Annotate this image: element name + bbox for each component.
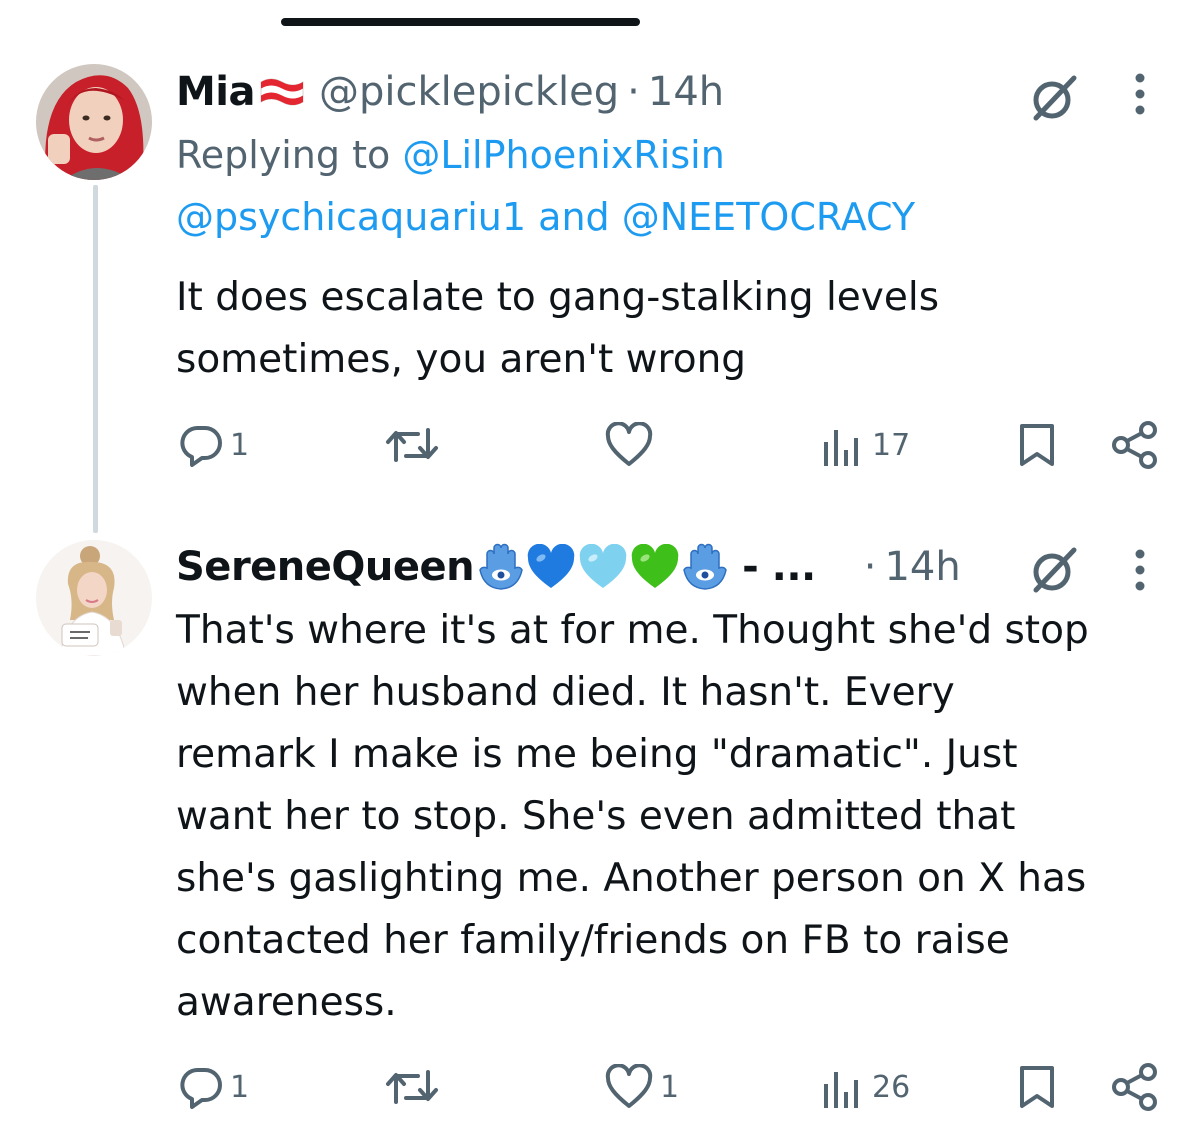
name-emojis [478, 542, 728, 592]
views-button[interactable]: 17 [820, 420, 910, 470]
replying-to: Replying to @LilPhoenixRisin [176, 124, 725, 186]
analytics-icon [824, 1072, 858, 1108]
reply-count: 1 [230, 427, 250, 463]
grok-icon[interactable] [1024, 70, 1084, 126]
more-options-icon[interactable] [1122, 546, 1158, 594]
views-count: 26 [872, 1069, 911, 1105]
author-handle[interactable]: @picklepickleg [319, 69, 619, 115]
more-options-icon[interactable] [1122, 70, 1158, 118]
views-count: 17 [872, 427, 911, 463]
tweet-header: Mia @picklepickleg · 14h [176, 62, 724, 122]
reply-count: 1 [230, 1069, 250, 1105]
mention-link[interactable]: @LilPhoenixRisin [402, 133, 724, 177]
author-handle-truncated[interactable]: - ... [742, 544, 816, 590]
tweet-header: SereneQueen - ... · 14h [176, 537, 961, 597]
share-button[interactable] [1110, 1062, 1160, 1112]
timestamp[interactable]: 14h [648, 69, 724, 115]
author-name[interactable]: SereneQueen [176, 544, 475, 590]
grok-icon[interactable] [1024, 542, 1084, 598]
mention-link[interactable]: @NEETOCRACY [622, 195, 915, 239]
tweet-text: It does escalate to gang-stalking levels… [176, 275, 940, 382]
replying-to-line-2: @psychicaquariu1 and @NEETOCRACY [176, 186, 915, 248]
avatar[interactable] [36, 64, 152, 180]
like-button[interactable]: 1 [604, 1062, 679, 1112]
retweet-button[interactable] [384, 420, 446, 470]
reply-button[interactable]: 1 [178, 1062, 249, 1112]
like-count: 1 [660, 1069, 680, 1105]
bookmark-button[interactable] [1016, 1062, 1058, 1112]
bookmark-icon [1020, 1066, 1054, 1108]
author-name[interactable]: Mia [176, 69, 256, 115]
share-icon [1112, 421, 1157, 469]
analytics-icon [824, 430, 858, 466]
light-blue-heart-icon [579, 544, 627, 588]
reply-icon [180, 426, 222, 467]
reply-button[interactable]: 1 [178, 420, 249, 470]
separator-dot: · [627, 69, 640, 115]
mention-link[interactable]: @psychicaquariu1 [176, 195, 526, 239]
reply-icon [180, 1068, 222, 1109]
drag-handle[interactable] [281, 18, 640, 26]
heart-icon [605, 1064, 653, 1108]
hamsa-icon [479, 543, 523, 590]
avatar[interactable] [36, 540, 152, 656]
austria-flag-icon [260, 78, 304, 106]
hamsa-icon [683, 543, 727, 590]
blue-heart-icon [527, 544, 575, 588]
mention-conjunction[interactable]: and [538, 195, 610, 239]
views-button[interactable]: 26 [820, 1062, 910, 1112]
bookmark-icon [1020, 424, 1054, 466]
heart-icon [605, 422, 653, 466]
like-button[interactable] [604, 420, 660, 470]
timestamp[interactable]: 14h [884, 544, 960, 590]
share-button[interactable] [1110, 420, 1160, 470]
retweet-icon [386, 428, 438, 462]
separator-dot: · [863, 544, 877, 590]
green-heart-icon [631, 544, 679, 588]
retweet-icon [386, 1070, 438, 1104]
share-icon [1112, 1063, 1157, 1111]
retweet-button[interactable] [384, 1062, 446, 1112]
thread-line [93, 185, 98, 533]
tweet-text: That's where it's at for me. Thought she… [176, 608, 1089, 1025]
replying-prefix: Replying to [176, 133, 391, 177]
bookmark-button[interactable] [1016, 420, 1058, 470]
